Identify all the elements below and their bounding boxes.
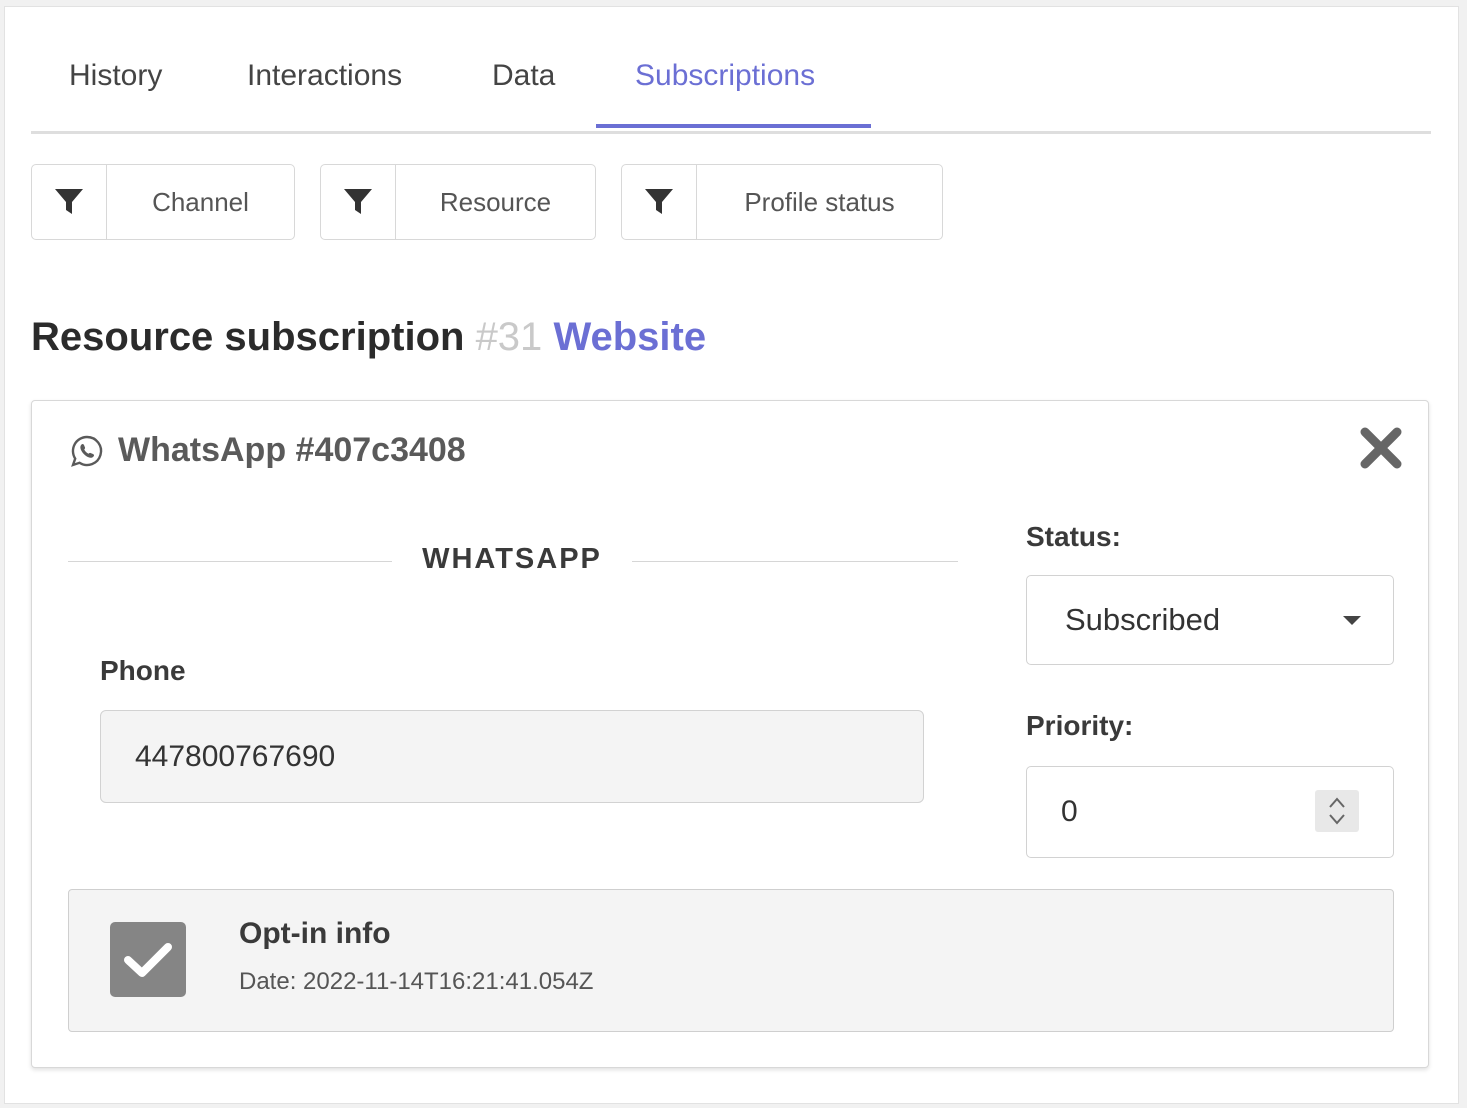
- priority-stepper[interactable]: [1315, 790, 1359, 832]
- section-title-text: Resource subscription: [31, 315, 465, 359]
- close-button[interactable]: [1358, 425, 1404, 471]
- section-number: #31: [475, 315, 543, 359]
- filter-channel-label: Channel: [152, 186, 249, 217]
- active-tab-indicator: [596, 124, 871, 128]
- channel-section-label: WHATSAPP: [422, 543, 602, 575]
- card-title: WhatsApp #407c3408: [70, 431, 466, 470]
- filter-profile-status-button[interactable]: Profile status: [621, 164, 943, 240]
- optin-info-box: Opt-in info Date: 2022-11-14T16:21:41.05…: [68, 889, 1394, 1032]
- close-icon: [1360, 427, 1402, 469]
- phone-field[interactable]: 447800767690: [100, 710, 924, 803]
- tab-interactions[interactable]: Interactions: [247, 59, 402, 131]
- subscriptions-panel: History Interactions Data Subscriptions …: [4, 6, 1459, 1104]
- card-title-text: WhatsApp #407c3408: [118, 431, 466, 469]
- status-select[interactable]: Subscribed: [1026, 575, 1394, 665]
- filter-resource-button[interactable]: Resource: [320, 164, 596, 240]
- section-divider-left: [68, 561, 392, 562]
- status-selected-value: Subscribed: [1065, 602, 1221, 637]
- tab-history[interactable]: History: [69, 59, 162, 131]
- whatsapp-icon: [70, 434, 104, 468]
- filter-icon: [321, 165, 396, 239]
- phone-label: Phone: [100, 655, 186, 686]
- checkmark-icon: [124, 942, 172, 977]
- resource-link[interactable]: Website: [553, 315, 706, 359]
- tab-bar: History Interactions Data Subscriptions: [31, 7, 1431, 134]
- filter-icon: [32, 165, 107, 239]
- optin-title: Opt-in info: [239, 917, 391, 950]
- priority-value: 0: [1061, 795, 1078, 828]
- subscription-card: WhatsApp #407c3408 WHATSAPP Phone 447800…: [31, 400, 1429, 1068]
- caret-down-icon: [1343, 616, 1361, 625]
- section-title: Resource subscription #31 Website: [31, 315, 706, 360]
- priority-input[interactable]: 0: [1026, 766, 1394, 858]
- tab-data[interactable]: Data: [492, 59, 555, 131]
- filter-profile-status-label: Profile status: [744, 186, 895, 217]
- optin-checkbox[interactable]: [110, 922, 186, 997]
- priority-label: Priority:: [1026, 710, 1134, 741]
- status-label: Status:: [1026, 521, 1121, 552]
- optin-date: Date: 2022-11-14T16:21:41.054Z: [239, 968, 594, 995]
- filter-channel-button[interactable]: Channel: [31, 164, 295, 240]
- stepper-arrows-icon: [1329, 797, 1345, 825]
- filter-icon: [622, 165, 697, 239]
- tab-subscriptions[interactable]: Subscriptions: [635, 59, 815, 131]
- filter-resource-label: Resource: [439, 186, 552, 217]
- section-divider-right: [632, 561, 958, 562]
